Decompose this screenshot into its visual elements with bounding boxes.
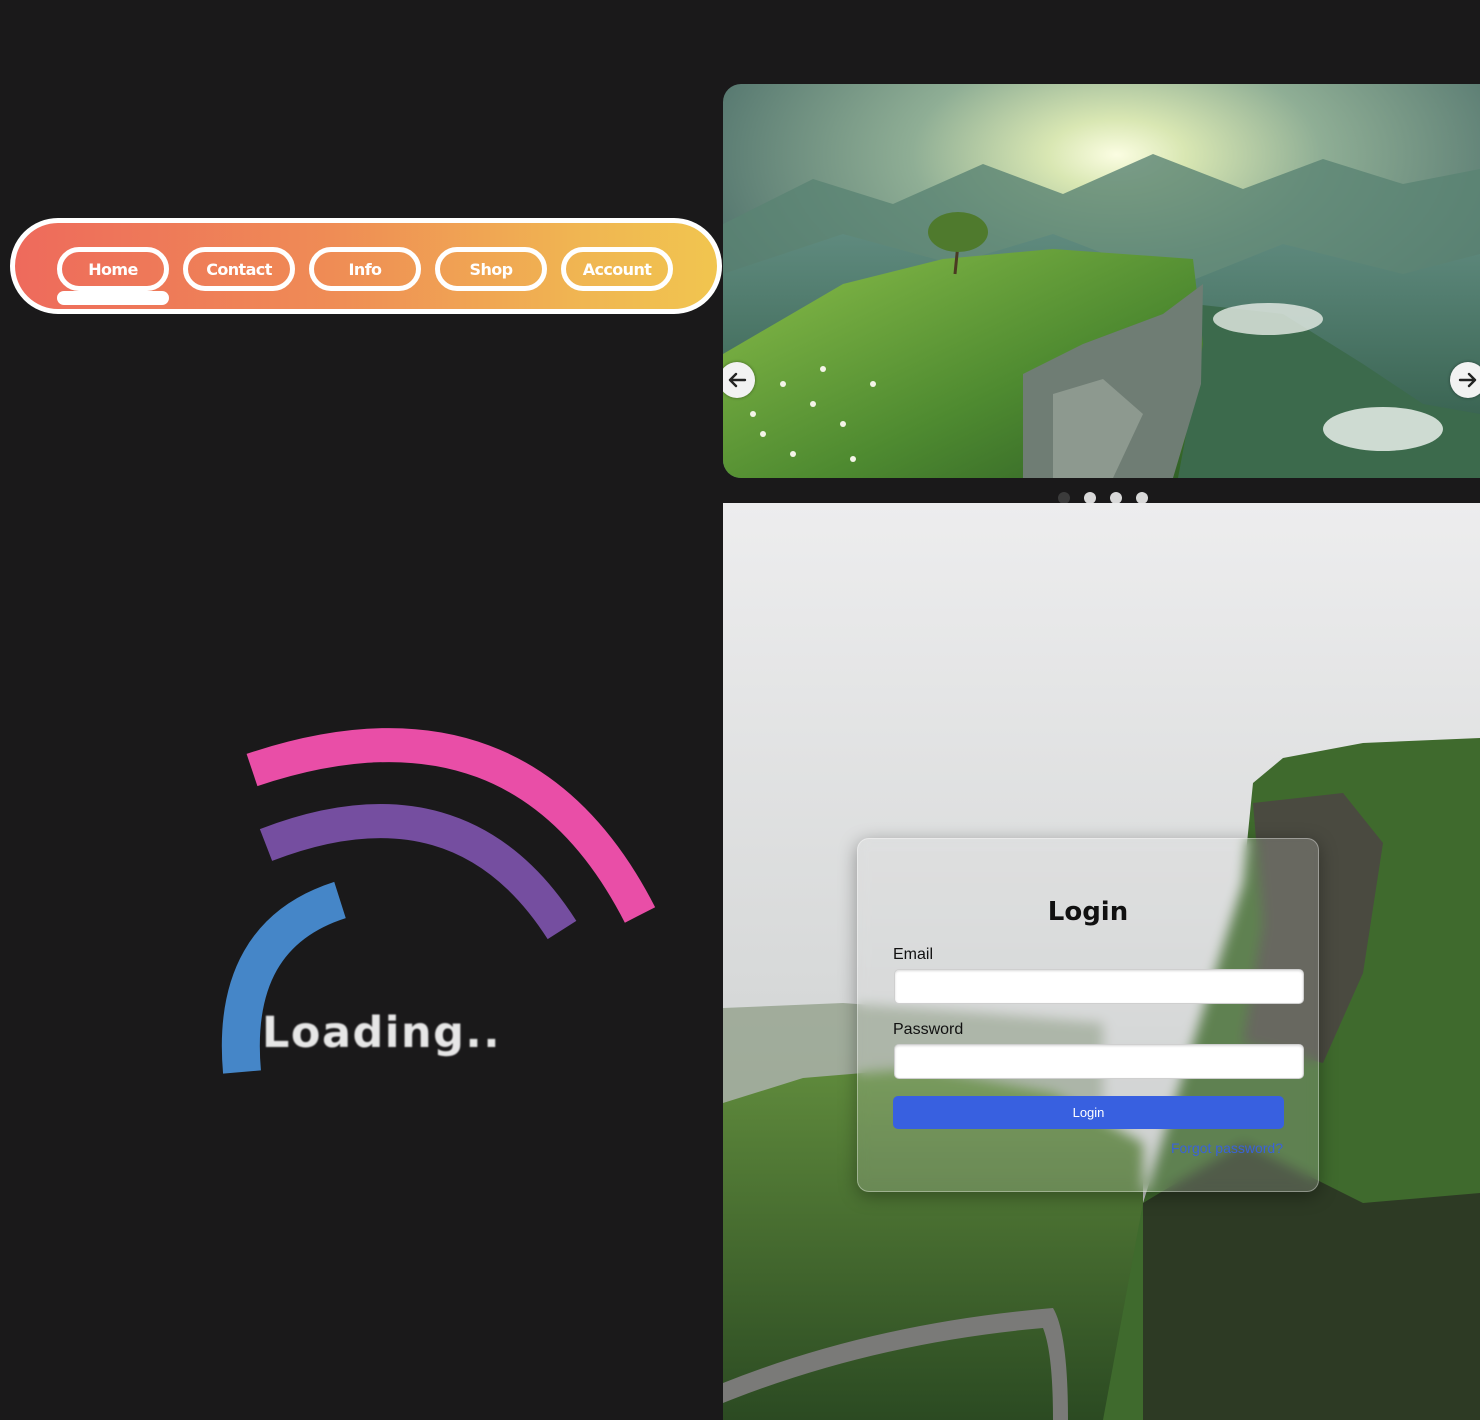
image-carousel [723,84,1480,478]
email-label: Email [893,946,934,963]
nav-bar: Home Contact Info Shop Account [10,218,722,314]
nav-contact-button[interactable]: Contact [183,247,295,291]
login-title: Login [1047,897,1129,927]
forgot-password-link[interactable]: Forgot password? [1171,1140,1283,1156]
carousel-next-button[interactable] [1450,362,1480,398]
nav-info-button[interactable]: Info [309,247,421,291]
nav-shop-button[interactable]: Shop [435,247,547,291]
password-input[interactable] [894,1044,1304,1079]
active-nav-indicator [57,291,169,305]
password-label: Password [893,1021,964,1038]
nav-account-button[interactable]: Account [561,247,673,291]
email-input[interactable] [894,969,1304,1004]
nav-home-button[interactable]: Home [57,247,169,291]
login-card: Login Email Password Login Forgot passwo… [857,838,1319,1192]
arrow-left-icon [728,372,747,388]
login-button[interactable]: Login [893,1096,1284,1129]
carousel-slide-image [723,84,1480,478]
arrow-right-icon [1458,372,1477,388]
loading-text: Loading.. [262,1008,502,1058]
